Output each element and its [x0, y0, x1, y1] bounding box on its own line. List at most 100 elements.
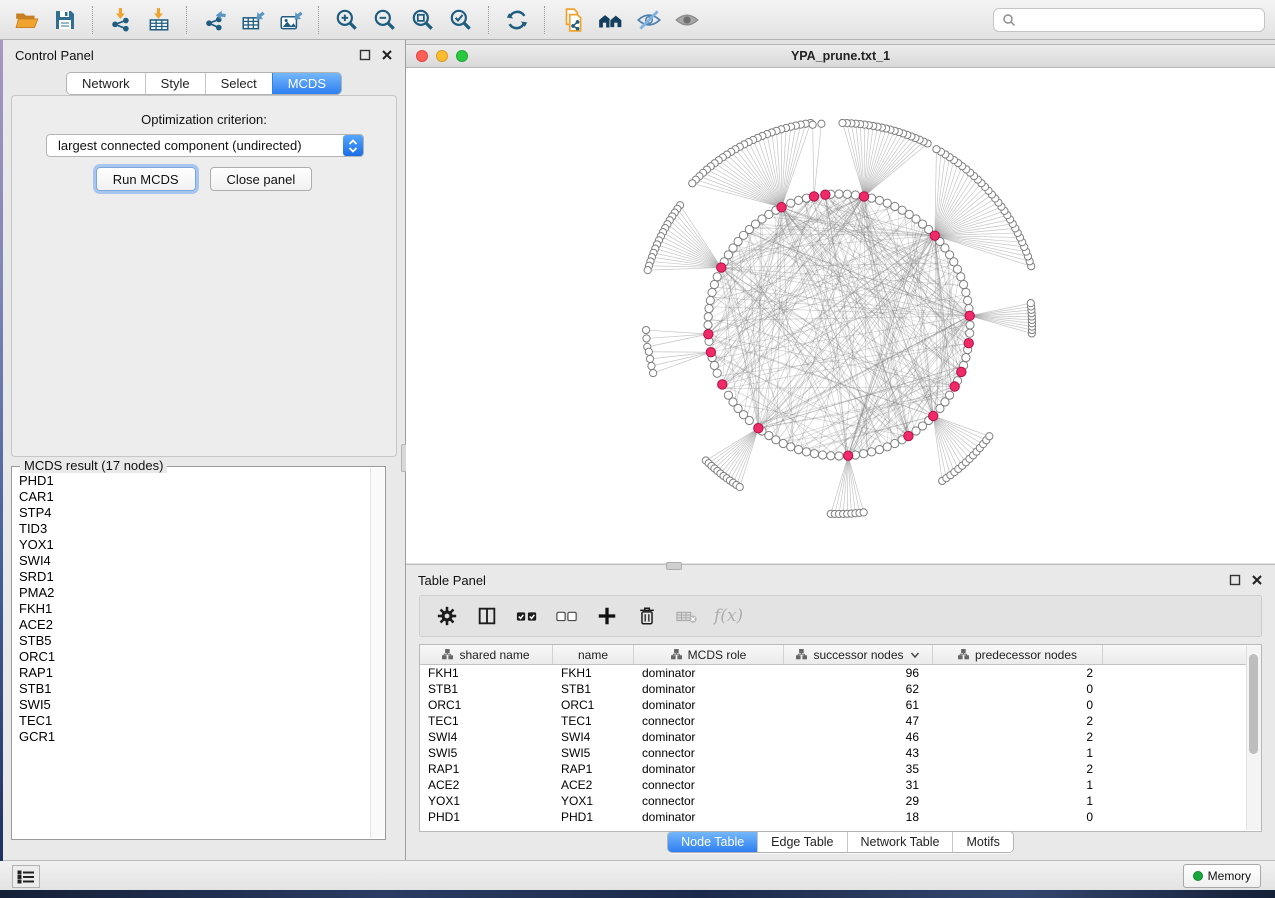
mcds-result-item[interactable]: STP4	[19, 505, 371, 521]
table-row[interactable]: STB1STB1dominator620	[420, 681, 1261, 697]
mcds-result-item[interactable]: PHD1	[19, 473, 371, 489]
graph-node[interactable]	[818, 451, 826, 459]
mcds-result-item[interactable]: STB5	[19, 633, 371, 649]
graph-node[interactable]	[891, 202, 899, 210]
graph-node[interactable]	[650, 369, 657, 376]
graph-node[interactable]	[710, 280, 718, 288]
graph-hub-node[interactable]	[930, 231, 939, 240]
mcds-result-item[interactable]: TID3	[19, 521, 371, 537]
graph-node[interactable]	[835, 452, 843, 460]
graph-node[interactable]	[859, 450, 867, 458]
graph-node[interactable]	[704, 321, 712, 329]
graph-node[interactable]	[794, 445, 802, 453]
select-all-rows-button[interactable]	[514, 603, 540, 629]
show-columns-button[interactable]	[474, 603, 500, 629]
graph-hub-node[interactable]	[957, 367, 966, 376]
tab-motifs[interactable]: Motifs	[952, 832, 1012, 852]
close-panel-icon[interactable]	[1251, 574, 1263, 586]
column-header-predecessor-nodes[interactable]: predecessor nodes	[933, 645, 1103, 664]
graph-node[interactable]	[957, 273, 965, 281]
close-panel-icon[interactable]	[381, 49, 393, 61]
mcds-result-item[interactable]: SWI5	[19, 697, 371, 713]
table-settings-button[interactable]	[434, 603, 460, 629]
column-header-successor-nodes[interactable]: successor nodes	[784, 645, 933, 664]
tab-network[interactable]: Network	[67, 73, 145, 94]
graph-hub-node[interactable]	[843, 451, 852, 460]
graph-hub-node[interactable]	[706, 348, 715, 357]
graph-hub-node[interactable]	[809, 192, 818, 201]
graph-node[interactable]	[875, 445, 883, 453]
memory-button[interactable]: Memory	[1183, 864, 1261, 888]
delete-column-button[interactable]	[634, 603, 660, 629]
export-network-button[interactable]	[198, 4, 232, 36]
graph-node[interactable]	[959, 280, 967, 288]
zoom-fit-button[interactable]	[406, 4, 440, 36]
graph-hub-node[interactable]	[754, 424, 763, 433]
mcds-result-item[interactable]: STB1	[19, 681, 371, 697]
graph-node[interactable]	[883, 443, 891, 451]
deselect-all-rows-button[interactable]	[554, 603, 580, 629]
zoom-selected-button[interactable]	[444, 4, 478, 36]
mcds-result-item[interactable]: SWI4	[19, 553, 371, 569]
function-builder-button[interactable]: f(x)	[714, 603, 743, 629]
graph-node[interactable]	[646, 355, 653, 362]
graph-node[interactable]	[946, 391, 954, 399]
destroy-table-button[interactable]	[674, 603, 700, 629]
graph-node[interactable]	[966, 329, 974, 337]
graph-hub-node[interactable]	[929, 411, 938, 420]
mcds-result-item[interactable]: FKH1	[19, 601, 371, 617]
tab-node-table[interactable]: Node Table	[668, 832, 757, 852]
table-row[interactable]: ACE2ACE2connector311	[420, 777, 1261, 793]
mcds-result-item[interactable]: PMA2	[19, 585, 371, 601]
mcds-result-item[interactable]: RAP1	[19, 665, 371, 681]
export-image-button[interactable]	[274, 4, 308, 36]
graph-hub-node[interactable]	[777, 203, 786, 212]
save-button[interactable]	[48, 4, 82, 36]
graph-hub-node[interactable]	[717, 263, 726, 272]
graph-node[interactable]	[883, 199, 891, 207]
graph-node[interactable]	[810, 450, 818, 458]
graph-hub-node[interactable]	[859, 192, 868, 201]
graph-node[interactable]	[644, 267, 651, 274]
graph-node[interactable]	[689, 180, 696, 187]
import-network-button[interactable]	[104, 4, 138, 36]
graph-node[interactable]	[962, 353, 970, 361]
import-table-button[interactable]	[142, 4, 176, 36]
mcds-result-item[interactable]: CAR1	[19, 489, 371, 505]
table-row[interactable]: YOX1YOX1connector291	[420, 793, 1261, 809]
create-column-button[interactable]	[594, 603, 620, 629]
close-panel-button[interactable]: Close panel	[210, 167, 313, 191]
graph-node[interactable]	[835, 190, 843, 198]
graph-node[interactable]	[704, 313, 712, 321]
graph-hub-node[interactable]	[718, 380, 727, 389]
column-header-name[interactable]: name	[553, 645, 634, 664]
zoom-out-button[interactable]	[368, 4, 402, 36]
graph-node[interactable]	[705, 304, 713, 312]
graph-hub-node[interactable]	[964, 339, 973, 348]
search-input[interactable]	[1022, 12, 1256, 28]
graph-node[interactable]	[787, 443, 795, 451]
column-header-MCDS-role[interactable]: MCDS role	[634, 645, 784, 664]
graph-node[interactable]	[966, 321, 974, 329]
graph-node[interactable]	[818, 120, 825, 127]
mcds-result-item[interactable]: ACE2	[19, 617, 371, 633]
table-row[interactable]: TEC1TEC1connector472	[420, 713, 1261, 729]
tab-select[interactable]: Select	[205, 73, 272, 94]
graph-node[interactable]	[933, 146, 940, 153]
optimization-criterion-select[interactable]: largest connected component (undirected)	[46, 134, 364, 157]
graph-node[interactable]	[708, 288, 716, 296]
graph-node[interactable]	[1027, 300, 1034, 307]
tab-network-table[interactable]: Network Table	[847, 832, 953, 852]
graph-node[interactable]	[867, 448, 875, 456]
table-row[interactable]: RAP1RAP1dominator352	[420, 761, 1261, 777]
table-scrollbar-thumb[interactable]	[1249, 654, 1258, 754]
zoom-in-button[interactable]	[330, 4, 364, 36]
run-mcds-button[interactable]: Run MCDS	[96, 167, 196, 191]
graph-node[interactable]	[706, 296, 714, 304]
table-row[interactable]: PHD1PHD1dominator180	[420, 809, 1261, 825]
network-graph[interactable]	[406, 67, 1275, 563]
graph-node[interactable]	[986, 433, 993, 440]
hide-selected-button[interactable]	[632, 4, 666, 36]
tab-edge-table[interactable]: Edge Table	[757, 832, 846, 852]
graph-hub-node[interactable]	[821, 190, 830, 199]
